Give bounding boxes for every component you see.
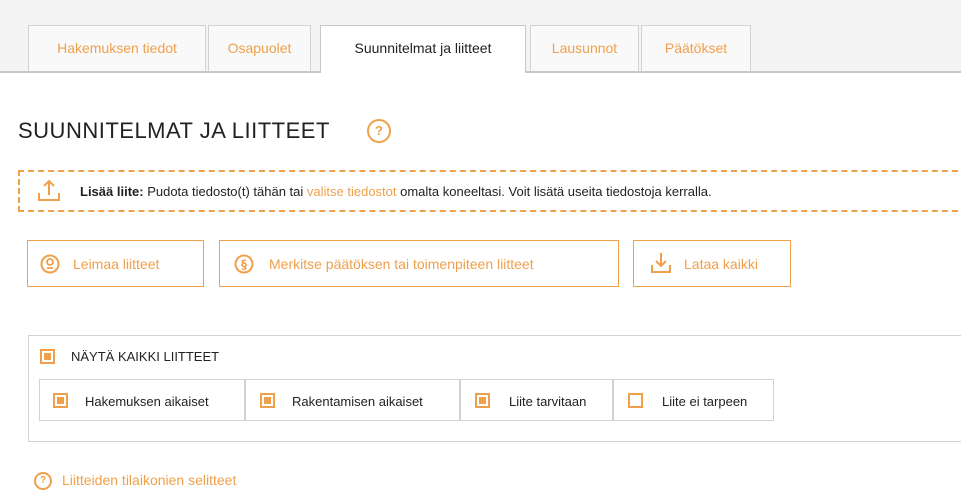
filter-label: Rakentamisen aikaiset [292, 394, 423, 409]
download-icon [651, 253, 671, 273]
filter-hakemuksen-aikaiset[interactable]: Hakemuksen aikaiset [39, 379, 245, 421]
tab-label: Suunnitelmat ja liitteet [354, 40, 492, 56]
tab-label: Hakemuksen tiedot [57, 40, 177, 56]
select-files-link[interactable]: valitse tiedostot [307, 184, 397, 199]
filter-label: Liite ei tarpeen [662, 394, 748, 409]
section-icon: § [234, 254, 254, 274]
stamp-label: Leimaa liitteet [73, 256, 160, 272]
filter-checkbox[interactable] [53, 393, 68, 408]
svg-text:§: § [241, 258, 247, 272]
tab-bar: Hakemuksen tiedot Osapuolet Suunnitelmat… [0, 0, 961, 73]
filter-label: Hakemuksen aikaiset [85, 394, 209, 409]
filter-checkbox[interactable] [475, 393, 490, 408]
dropzone-label: Lisää liite: [80, 184, 144, 199]
filter-liite-ei-tarpeen[interactable]: Liite ei tarpeen [613, 379, 774, 421]
legend-help-icon[interactable]: ? [34, 472, 52, 490]
tab-label: Lausunnot [551, 40, 618, 56]
tab-paatokset[interactable]: Päätökset [641, 25, 751, 71]
tab-label: Osapuolet [227, 40, 292, 56]
filter-checkbox[interactable] [628, 393, 643, 408]
stamp-icon [40, 254, 60, 274]
upload-icon [38, 179, 60, 201]
tab-lausunnot[interactable]: Lausunnot [530, 25, 639, 71]
filter-liite-tarvitaan[interactable]: Liite tarvitaan [460, 379, 613, 421]
help-icon[interactable]: ? [367, 119, 391, 143]
file-dropzone[interactable]: Lisää liite: Pudota tiedosto(t) tähän ta… [18, 170, 961, 212]
attachment-filter-panel: NÄYTÄ KAIKKI LIITTEET Hakemuksen aikaise… [28, 335, 961, 442]
dropzone-text-after: omalta koneeltasi. Voit lisätä useita ti… [396, 184, 712, 199]
filter-label: Liite tarvitaan [509, 394, 587, 409]
tab-label: Päätökset [664, 40, 728, 56]
page-title: SUUNNITELMAT JA LIITTEET [18, 118, 330, 143]
mark-label: Merkitse päätöksen tai toimenpiteen liit… [269, 256, 534, 272]
show-all-label: NÄYTÄ KAIKKI LIITTEET [71, 349, 220, 364]
filter-checkbox[interactable] [260, 393, 275, 408]
attachment-status-legend-link[interactable]: Liitteiden tilaikonien selitteet [62, 472, 236, 488]
dropzone-text: Lisää liite: Pudota tiedosto(t) tähän ta… [80, 184, 712, 199]
download-label: Lataa kaikki [684, 256, 758, 272]
tab-osapuolet[interactable]: Osapuolet [208, 25, 311, 71]
tab-hakemuksen-tiedot[interactable]: Hakemuksen tiedot [28, 25, 206, 71]
filter-rakentamisen-aikaiset[interactable]: Rakentamisen aikaiset [245, 379, 460, 421]
dropzone-text-before: Pudota tiedosto(t) tähän tai [143, 184, 307, 199]
mark-decision-attachments-button[interactable]: § Merkitse päätöksen tai toimenpiteen li… [219, 240, 619, 287]
download-all-button[interactable]: Lataa kaikki [633, 240, 791, 287]
stamp-attachments-button[interactable]: Leimaa liitteet [27, 240, 204, 287]
tab-suunnitelmat-ja-liitteet[interactable]: Suunnitelmat ja liitteet [320, 25, 526, 73]
show-all-checkbox[interactable] [40, 349, 55, 364]
